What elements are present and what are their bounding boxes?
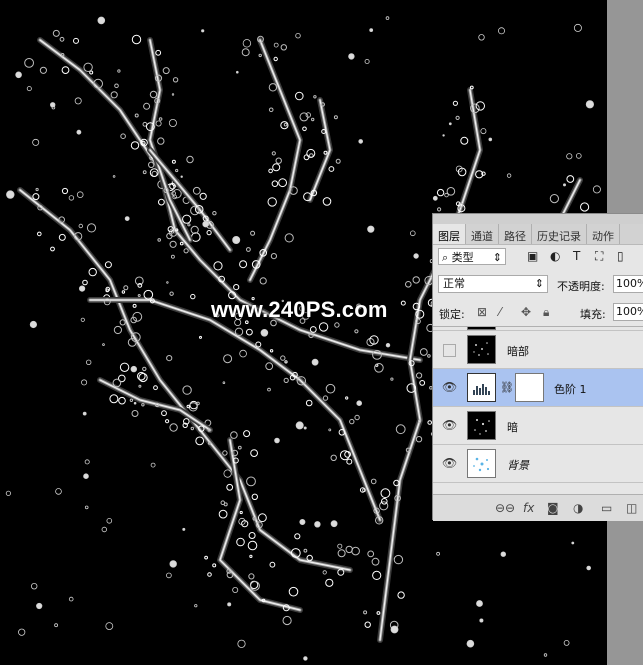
new-layer-icon[interactable]: ◫ [626, 501, 637, 515]
blend-mode-value: 正常 [443, 277, 465, 290]
lock-row: 锁定: ⊠ ⁄ ✥ 🔒︎ 填充: 100% [433, 302, 643, 324]
panel-tabs: 图层 通道 路径 历史记录 动作 [433, 224, 643, 245]
new-adjustment-icon[interactable]: ◑ [573, 501, 583, 515]
eye-icon[interactable]: 👁︎ [442, 457, 457, 469]
panel-title-bar[interactable] [433, 214, 643, 224]
lock-brush-icon[interactable]: ⁄ [499, 305, 501, 319]
layer-mask-thumbnail[interactable] [515, 373, 544, 402]
layer-row-dark[interactable]: 👁︎ 暗 [433, 407, 643, 445]
add-mask-icon[interactable]: ◙ [547, 501, 559, 515]
fill-label: 填充: [580, 308, 606, 321]
watermark: www.240PS.com [211, 297, 388, 322]
lock-transparent-icon[interactable]: ⊠ [477, 305, 487, 319]
tab-channels[interactable]: 通道 [466, 224, 499, 244]
chain-link-icon[interactable]: ⛓︎ [500, 381, 514, 394]
layer-thumbnail [467, 327, 496, 330]
layer-filter-row: ⌕ 类型 ⇕ ▣ ◐ T ⛶ ▯ [433, 246, 643, 268]
layer-list: 暗部 👁︎ ⛓︎ 色阶 1 👁︎ 暗 👁︎ 背景 [433, 326, 643, 495]
layer-thumbnail [467, 411, 496, 440]
eye-icon[interactable]: 👁︎ [442, 419, 457, 431]
blend-mode-select[interactable]: 正常 ⇕ [438, 275, 548, 293]
tab-actions[interactable]: 动作 [587, 224, 620, 244]
image-filter-icon[interactable]: ▣ [527, 249, 538, 263]
link-layers-icon[interactable]: ⊖⊖ [495, 501, 515, 515]
filter-kind-select[interactable]: ⌕ 类型 ⇕ [438, 248, 506, 265]
levels-adjustment-icon [467, 373, 496, 402]
lock-all-icon[interactable]: 🔒︎ [543, 305, 549, 320]
tab-layers[interactable]: 图层 [433, 224, 466, 244]
fx-icon[interactable]: fx [523, 501, 534, 515]
layer-name: 色阶 1 [554, 383, 587, 396]
new-group-icon[interactable]: ▭ [601, 501, 612, 515]
layer-name: 暗 [507, 421, 518, 434]
layer-name: 背景 [507, 459, 529, 472]
opacity-field[interactable]: 100% [613, 275, 643, 293]
blend-row: 正常 ⇕ 不透明度: 100% [433, 272, 643, 296]
layer-thumbnail [467, 449, 496, 478]
shape-filter-icon[interactable]: ⛶ [595, 249, 603, 264]
smart-object-filter-icon[interactable]: ▯ [617, 249, 624, 263]
layer-row-levels[interactable]: 👁︎ ⛓︎ 色阶 1 [433, 369, 643, 407]
opacity-label: 不透明度: [557, 280, 605, 293]
fill-field[interactable]: 100% [613, 303, 643, 321]
adjustment-filter-icon[interactable]: ◐ [550, 249, 560, 263]
tab-paths[interactable]: 路径 [499, 224, 532, 244]
layers-panel: 图层 通道 路径 历史记录 动作 ⌕ 类型 ⇕ ▣ ◐ T ⛶ ▯ 正常 ⇕ 不… [432, 213, 643, 521]
filter-kind-label: 类型 [451, 251, 474, 264]
chevron-updown-icon: ⇕ [492, 251, 502, 264]
layer-row-dark-parts[interactable]: 暗部 [433, 331, 643, 369]
visibility-toggle-off[interactable] [443, 344, 456, 357]
lock-position-icon[interactable]: ✥ [521, 305, 531, 319]
tab-history[interactable]: 历史记录 [532, 224, 587, 244]
layer-row-background[interactable]: 👁︎ 背景 [433, 445, 643, 483]
type-filter-icon[interactable]: T [573, 249, 580, 263]
search-icon: ⌕ [442, 251, 449, 264]
layer-name: 暗部 [507, 345, 529, 358]
eye-icon[interactable]: 👁︎ [442, 381, 457, 393]
layer-thumbnail [467, 335, 496, 364]
layers-panel-footer: ⊖⊖ fx ◙ ◑ ▭ ◫ [433, 494, 643, 521]
lock-label: 锁定: [439, 308, 465, 321]
chevron-updown-icon: ⇕ [534, 277, 544, 290]
